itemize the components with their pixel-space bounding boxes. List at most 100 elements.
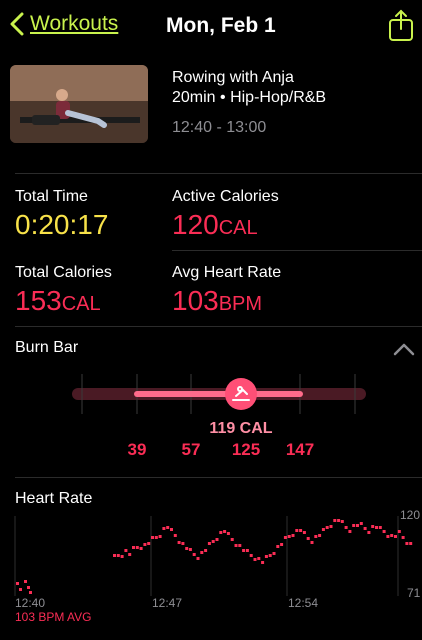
burn-bar-tick: 125: [232, 440, 260, 459]
heart-rate-point: [151, 536, 154, 539]
active-calories: 120CAL: [172, 210, 258, 243]
heart-rate-point: [223, 530, 227, 533]
heart-rate-point: [378, 526, 382, 529]
active-calories-unit: CAL: [218, 217, 258, 239]
heart-rate-point: [401, 536, 405, 539]
heart-rate-point: [211, 540, 215, 543]
heart-rate-point: [276, 545, 280, 548]
heart-rate-point: [325, 526, 329, 529]
heart-rate-point: [261, 561, 265, 564]
heart-rate-point: [363, 527, 367, 530]
chevron-left-icon: [10, 12, 24, 36]
heart-rate-point: [405, 542, 409, 545]
divider: [172, 250, 422, 251]
heart-rate-point: [238, 544, 242, 547]
burn-bar-value: 119 CAL: [209, 420, 272, 437]
avg-heart-rate: 103BPM: [172, 286, 262, 319]
heart-rate-point: [230, 538, 234, 541]
heart-rate-point: [27, 586, 30, 589]
heart-rate-point: [143, 543, 147, 546]
heart-rate-point: [386, 535, 390, 538]
y-tick-label: 71: [407, 586, 421, 600]
heart-rate-point: [16, 582, 19, 585]
heart-rate-point: [356, 524, 359, 527]
workout-time-range: 12:40 - 13:00: [172, 119, 267, 136]
heart-rate-point: [29, 591, 32, 594]
heart-rate-point: [128, 553, 132, 556]
burn-bar-tick: 147: [286, 440, 314, 459]
heart-rate-point: [234, 544, 238, 547]
heart-rate-point: [352, 524, 356, 527]
page-title: Mon, Feb 1: [166, 14, 276, 37]
heart-rate-point: [295, 529, 299, 532]
heart-rate-title: Heart Rate: [15, 490, 93, 507]
heart-rate-point: [291, 534, 295, 537]
y-tick-label: 120: [400, 508, 420, 522]
burn-bar-graphic: 119 CAL 39 57 125 147: [72, 374, 366, 459]
heart-rate-point: [162, 527, 166, 530]
heart-rate-point: [409, 542, 413, 545]
rower-marker-icon: [225, 378, 257, 410]
avg-heart-rate-value: 103: [172, 285, 219, 316]
heart-rate-point: [200, 551, 204, 554]
total-calories-unit: CAL: [61, 293, 101, 315]
heart-rate-point: [375, 526, 378, 529]
heart-rate-point: [359, 522, 363, 525]
heart-rate-point: [272, 552, 276, 555]
heart-rate-point: [116, 554, 120, 557]
heart-rate-point: [132, 546, 135, 549]
heart-rate-point: [185, 547, 189, 550]
heart-rate-point: [337, 519, 341, 522]
heart-rate-point: [120, 555, 124, 558]
back-button[interactable]: Workouts: [10, 12, 118, 36]
x-tick-label: 12:54: [288, 596, 318, 610]
heart-rate-chart: 12:40 12:47 12:54 120 71 103 BPM AVG: [14, 508, 421, 624]
total-calories-value: 153: [15, 285, 62, 316]
divider: [15, 173, 422, 174]
heart-rate-point: [177, 541, 181, 544]
nav-bar: Workouts Mon, Feb 1: [0, 0, 422, 54]
back-label[interactable]: Workouts: [30, 12, 118, 36]
heart-rate-point: [249, 554, 253, 557]
heart-rate-point: [166, 526, 170, 529]
heart-rate-point: [340, 520, 344, 523]
chevron-up-icon[interactable]: [392, 340, 416, 358]
heart-rate-point: [24, 580, 27, 583]
burn-bar-tick: 57: [182, 440, 201, 459]
heart-rate-point: [170, 528, 173, 531]
heart-rate-point: [188, 548, 192, 551]
heart-rate-points: [16, 519, 413, 594]
share-icon[interactable]: [388, 8, 414, 42]
heart-rate-point: [135, 546, 139, 549]
heart-rate-point: [226, 532, 230, 535]
total-calories: 153CAL: [15, 286, 101, 319]
heart-rate-point: [181, 542, 185, 545]
heart-rate-point: [113, 554, 116, 557]
heart-rate-point: [348, 530, 352, 533]
heart-rate-point: [318, 534, 322, 537]
heart-rate-point: [314, 535, 318, 538]
heart-rate-avg-label: 103 BPM AVG: [15, 610, 91, 624]
x-tick-label: 12:40: [15, 596, 45, 610]
heart-rate-point: [19, 588, 22, 591]
workout-thumbnail[interactable]: [10, 65, 148, 143]
heart-rate-point: [299, 529, 303, 532]
heart-rate-point: [394, 535, 397, 538]
heart-rate-point: [321, 528, 325, 531]
heart-rate-point: [204, 549, 208, 552]
burn-bar-tick: 39: [128, 440, 147, 459]
heart-rate-point: [196, 557, 200, 560]
heart-rate-point: [280, 543, 284, 546]
total-time-label: Total Time: [15, 188, 88, 205]
heart-rate-point: [264, 555, 268, 558]
divider: [15, 326, 422, 327]
heart-rate-point: [173, 534, 177, 537]
avg-heart-rate-unit: BPM: [218, 293, 263, 315]
heart-rate-point: [382, 530, 386, 533]
heart-rate-point: [344, 526, 348, 529]
heart-rate-point: [283, 536, 287, 539]
x-tick-label: 12:47: [152, 596, 182, 610]
heart-rate-point: [219, 531, 223, 534]
heart-rate-point: [139, 547, 143, 550]
total-calories-label: Total Calories: [15, 264, 112, 281]
